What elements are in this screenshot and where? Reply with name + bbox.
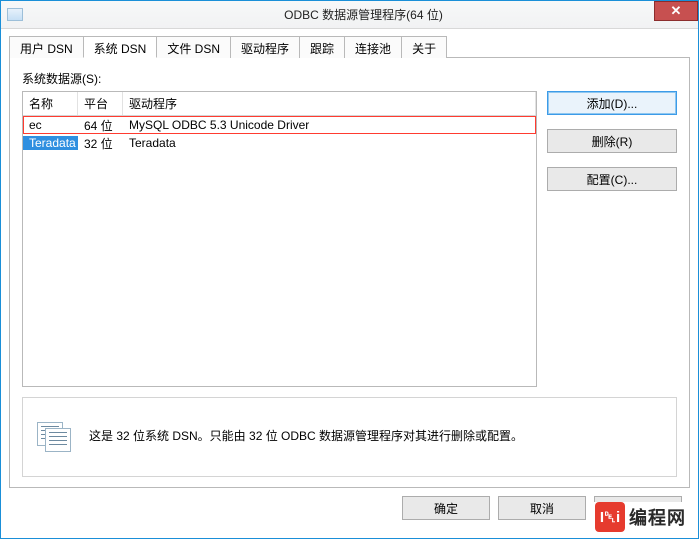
watermark: I␡i 编程网 [591,502,690,532]
titlebar: ODBC 数据源管理程序(64 位) ✕ [1,1,698,29]
tab-tracing[interactable]: 跟踪 [299,36,345,58]
section-label: 系统数据源(S): [22,70,677,87]
listview-body: ec 64 位 MySQL ODBC 5.3 Unicode Driver Te… [23,116,536,386]
listview-header: 名称 平台 驱动程序 [23,92,536,116]
content-row: 名称 平台 驱动程序 ec 64 位 MySQL ODBC 5.3 Unicod… [22,91,677,387]
datasource-icon [37,422,73,452]
add-button[interactable]: 添加(D)... [547,91,677,115]
dialog-button-row: 确定 取消 应用( [9,488,690,530]
window-title: ODBC 数据源管理程序(64 位) [29,6,698,23]
odbc-admin-window: ODBC 数据源管理程序(64 位) ✕ 用户 DSN 系统 DSN 文件 DS… [0,0,699,539]
cell-platform: 64 位 [78,117,123,134]
cell-platform: 32 位 [78,135,123,152]
configure-button[interactable]: 配置(C)... [547,167,677,191]
cell-driver: Teradata [123,136,536,150]
remove-button[interactable]: 删除(R) [547,129,677,153]
tab-file-dsn[interactable]: 文件 DSN [156,36,231,58]
cell-driver: MySQL ODBC 5.3 Unicode Driver [123,118,536,132]
tab-system-dsn[interactable]: 系统 DSN [83,36,158,58]
close-button[interactable]: ✕ [654,1,698,21]
action-column: 添加(D)... 删除(R) 配置(C)... [547,91,677,387]
table-row[interactable]: ec 64 位 MySQL ODBC 5.3 Unicode Driver [23,116,536,134]
app-icon [7,8,23,21]
table-row[interactable]: Teradata 32 位 Teradata [23,134,536,152]
cancel-button[interactable]: 取消 [498,496,586,520]
tab-about[interactable]: 关于 [401,36,447,58]
cell-name: ec [23,118,78,132]
tab-user-dsn[interactable]: 用户 DSN [9,36,84,58]
tab-pooling[interactable]: 连接池 [344,36,402,58]
tab-panel-system-dsn: 系统数据源(S): 名称 平台 驱动程序 ec 64 位 MySQL ODBC … [9,57,690,488]
dsn-listview[interactable]: 名称 平台 驱动程序 ec 64 位 MySQL ODBC 5.3 Unicod… [22,91,537,387]
tab-drivers[interactable]: 驱动程序 [230,36,300,58]
column-header-name[interactable]: 名称 [23,92,78,115]
ok-button[interactable]: 确定 [402,496,490,520]
watermark-text: 编程网 [629,504,686,530]
cell-name: Teradata [23,136,78,150]
column-header-driver[interactable]: 驱动程序 [123,92,536,115]
client-area: 用户 DSN 系统 DSN 文件 DSN 驱动程序 跟踪 连接池 关于 系统数据… [1,29,698,538]
watermark-badge-icon: I␡i [595,502,625,532]
tabstrip: 用户 DSN 系统 DSN 文件 DSN 驱动程序 跟踪 连接池 关于 [9,35,690,57]
column-header-platform[interactable]: 平台 [78,92,123,115]
info-text: 这是 32 位系统 DSN。只能由 32 位 ODBC 数据源管理程序对其进行删… [89,426,523,448]
info-panel: 这是 32 位系统 DSN。只能由 32 位 ODBC 数据源管理程序对其进行删… [22,397,677,477]
